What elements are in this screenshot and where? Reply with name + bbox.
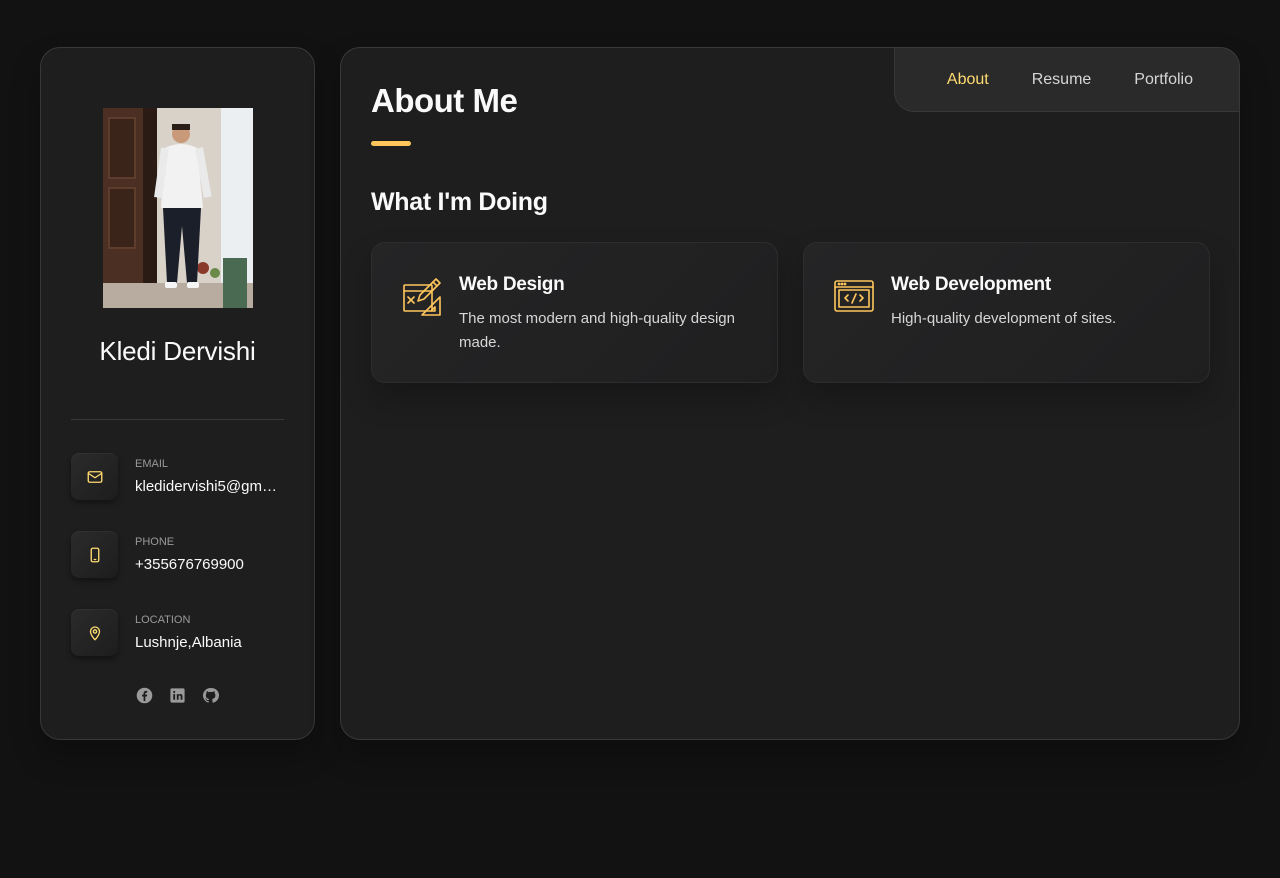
service-title: Web Development (891, 274, 1051, 295)
profile-name: Kledi Dervishi (99, 336, 256, 366)
nav-resume[interactable]: Resume (1032, 71, 1092, 89)
facebook-icon[interactable] (136, 686, 154, 704)
contact-phone: PHONE +355676769900 (71, 531, 301, 579)
mail-icon (71, 453, 118, 500)
service-card-web-development: Web Development High-quality development… (803, 242, 1210, 383)
avatar (103, 108, 253, 308)
phone-icon (71, 531, 118, 578)
title-underline (371, 141, 411, 146)
code-window-icon (834, 277, 874, 317)
location-pin-icon (71, 609, 118, 656)
email-link[interactable]: kledidervishi5@gmail.com (135, 478, 285, 495)
page-title: About Me (371, 82, 518, 119)
main-panel: About Resume Portfolio About Me What I'm… (340, 47, 1240, 740)
service-title: Web Design (459, 274, 565, 295)
design-tools-icon (402, 277, 442, 317)
phone-link[interactable]: +355676769900 (135, 556, 285, 573)
contact-title: LOCATION (135, 614, 191, 626)
nav-portfolio[interactable]: Portfolio (1134, 71, 1193, 89)
navbar: About Resume Portfolio (894, 47, 1240, 112)
service-text: High-quality development of sites. (891, 310, 1117, 327)
contact-title: EMAIL (135, 458, 169, 470)
section-title: What I'm Doing (371, 188, 548, 216)
social-links (41, 686, 314, 704)
nav-about[interactable]: About (947, 71, 989, 89)
service-text: The most modern and high-quality design … (459, 310, 735, 351)
location-value: Lushnje,Albania (135, 634, 242, 651)
sidebar: Kledi Dervishi EMAIL kledidervishi5@gmai… (40, 47, 315, 740)
service-card-web-design: Web Design The most modern and high-qual… (371, 242, 778, 383)
separator (71, 419, 284, 420)
github-icon[interactable] (202, 686, 220, 704)
contact-email: EMAIL kledidervishi5@gmail.com (71, 453, 301, 501)
contact-title: PHONE (135, 536, 175, 548)
linkedin-icon[interactable] (169, 686, 187, 704)
contact-location: LOCATION Lushnje,Albania (71, 609, 301, 657)
